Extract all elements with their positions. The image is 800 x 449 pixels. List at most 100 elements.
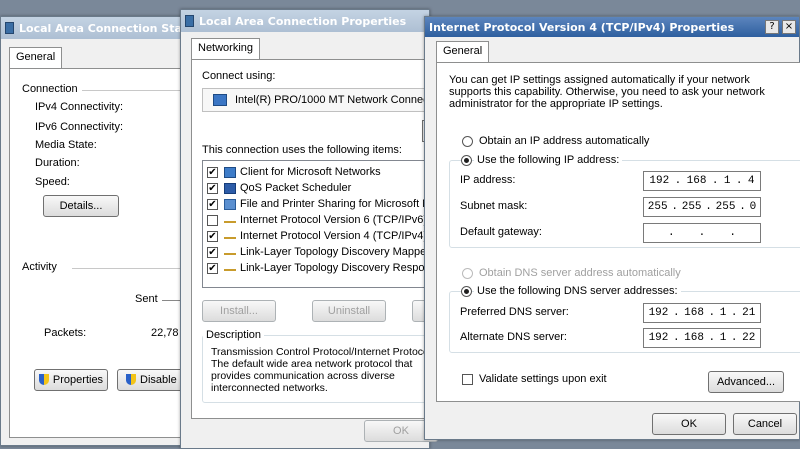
close-button[interactable]: ×: [782, 20, 796, 34]
tab-networking[interactable]: Networking: [191, 38, 261, 60]
octet-dot: .: [739, 201, 746, 213]
ip-octet: 192: [649, 175, 670, 187]
default-gateway-field[interactable]: . . .: [643, 223, 761, 243]
octet-dot: .: [735, 175, 743, 187]
connect-using-label: Connect using:: [202, 70, 276, 82]
media-state-label: Media State:: [35, 139, 97, 151]
ipv4-window-title: Internet Protocol Version 4 (TCP/IPv4) P…: [429, 20, 735, 34]
ip-address-label: IP address:: [460, 174, 516, 186]
uac-shield-icon: [38, 374, 49, 385]
octet-dot: .: [671, 201, 678, 213]
packets-sent-value: 22,78: [151, 327, 179, 339]
cancel-button[interactable]: Cancel: [733, 413, 797, 435]
item-checkbox[interactable]: ✔: [207, 166, 218, 178]
disable-button-label: Disable: [140, 374, 177, 386]
validate-settings-checkbox[interactable]: [462, 374, 473, 385]
network-properties-icon: [185, 15, 194, 27]
network-adapter-icon: [213, 94, 227, 106]
obtain-ip-auto-label[interactable]: Obtain an IP address automatically: [479, 135, 649, 147]
mask-octet: 255: [715, 201, 736, 213]
details-button[interactable]: Details...: [43, 195, 119, 217]
item-label: File and Printer Sharing for Microsoft N…: [240, 198, 441, 210]
octet-dot: .: [672, 332, 680, 344]
dns-octet: 1: [719, 332, 727, 344]
status-window-title: Local Area Connection Statu: [19, 21, 189, 35]
tab-general[interactable]: General: [436, 41, 490, 63]
protocol-icon: [224, 249, 236, 255]
octet-dot: .: [672, 307, 680, 319]
default-gateway-label: Default gateway:: [460, 226, 542, 238]
octet-dot: .: [711, 175, 719, 187]
adapter-box: Intel(R) PRO/1000 MT Network Connection: [202, 88, 446, 112]
dns-octet: 168: [684, 307, 704, 319]
uninstall-button[interactable]: Uninstall: [312, 300, 386, 322]
item-checkbox[interactable]: [207, 214, 218, 226]
list-item-ipv4[interactable]: ✔ Internet Protocol Version 4 (TCP/IPv4): [207, 228, 427, 244]
octet-dot: .: [730, 307, 738, 319]
list-item-qos[interactable]: ✔ QoS Packet Scheduler: [207, 180, 351, 196]
activity-group-label: Activity: [22, 261, 57, 273]
item-label: Link-Layer Topology Discovery Mapper I/O…: [240, 246, 441, 258]
install-button[interactable]: Install...: [202, 300, 276, 322]
preferred-dns-label: Preferred DNS server:: [460, 306, 569, 318]
obtain-ip-auto-radio[interactable]: [462, 136, 473, 147]
ok-button[interactable]: OK: [652, 413, 726, 435]
use-following-ip-label[interactable]: Use the following IP address:: [474, 154, 623, 166]
uac-shield-icon: [126, 374, 136, 385]
list-item-lltd-mapper[interactable]: ✔ Link-Layer Topology Discovery Mapper I…: [207, 244, 441, 260]
octet-dot: .: [668, 227, 675, 239]
preferred-dns-field[interactable]: 192. 168. 1. 21: [643, 303, 761, 323]
dns-octet: 192: [648, 332, 669, 344]
ipv6-connectivity-label: IPv6 Connectivity:: [35, 121, 124, 133]
dns-octet: 22: [742, 332, 756, 344]
list-item-client[interactable]: ✔ Client for Microsoft Networks: [207, 164, 381, 180]
advanced-button[interactable]: Advanced...: [708, 371, 784, 393]
protocol-icon: [224, 233, 236, 239]
octet-dot: .: [729, 227, 736, 239]
item-checkbox[interactable]: ✔: [207, 182, 218, 194]
status-titlebar[interactable]: Local Area Connection Statu: [1, 17, 189, 39]
item-checkbox[interactable]: ✔: [207, 198, 218, 210]
ipv4-connectivity-label: IPv4 Connectivity:: [35, 101, 124, 113]
properties-button[interactable]: Properties: [34, 369, 108, 391]
status-panel: Connection IPv4 Connectivity: IPv6 Conne…: [9, 68, 202, 438]
alternate-dns-field[interactable]: 192. 168. 1. 22: [643, 328, 761, 348]
components-list[interactable]: ✔ Client for Microsoft Networks ✔ QoS Pa…: [202, 160, 442, 288]
use-following-ip-radio[interactable]: [461, 155, 472, 166]
item-checkbox[interactable]: ✔: [207, 262, 218, 274]
obtain-dns-auto-radio[interactable]: [462, 268, 473, 279]
adapter-name: Intel(R) PRO/1000 MT Network Connection: [235, 94, 447, 106]
list-item-file-sharing[interactable]: ✔ File and Printer Sharing for Microsoft…: [207, 196, 441, 212]
octet-dot: .: [698, 227, 706, 239]
properties-titlebar[interactable]: Local Area Connection Properties: [181, 10, 429, 32]
status-window: Local Area Connection Statu General Conn…: [0, 16, 202, 446]
validate-settings-label[interactable]: Validate settings upon exit: [479, 373, 607, 385]
use-following-dns-label[interactable]: Use the following DNS server addresses:: [474, 285, 681, 297]
list-item-ipv6[interactable]: Internet Protocol Version 6 (TCP/IPv6): [207, 212, 427, 228]
octet-dot: .: [674, 175, 682, 187]
subnet-mask-field[interactable]: 255. 255. 255. 0: [643, 197, 761, 217]
description-group-label: Description: [203, 329, 265, 341]
item-checkbox[interactable]: ✔: [207, 230, 218, 242]
item-checkbox[interactable]: ✔: [207, 246, 218, 258]
ipv4-titlebar[interactable]: Internet Protocol Version 4 (TCP/IPv4) P…: [425, 17, 799, 37]
properties-window: Local Area Connection Properties Network…: [180, 9, 452, 449]
mask-octet: 255: [647, 201, 668, 213]
protocol-icon: [224, 265, 236, 271]
protocol-icon: [224, 217, 236, 223]
connection-group-label: Connection: [22, 83, 78, 95]
ip-address-field[interactable]: 192. 168. 1. 4: [643, 171, 761, 191]
mask-octet: 0: [749, 201, 757, 213]
list-item-lltd-responder[interactable]: ✔ Link-Layer Topology Discovery Responde…: [207, 260, 442, 276]
ip-octet: 168: [686, 175, 707, 187]
dns-octet: 168: [684, 332, 704, 344]
qos-scheduler-icon: [224, 182, 236, 194]
static-ip-group: Use the following IP address: IP address…: [449, 154, 800, 248]
use-following-dns-radio[interactable]: [461, 286, 472, 297]
ip-octet: 1: [723, 175, 731, 187]
item-label: Link-Layer Topology Discovery Responder: [240, 262, 442, 274]
subnet-mask-label: Subnet mask:: [460, 200, 528, 212]
obtain-dns-auto-label[interactable]: Obtain DNS server address automatically: [479, 267, 681, 279]
tab-general[interactable]: General: [9, 47, 63, 69]
help-button[interactable]: ?: [765, 20, 779, 34]
